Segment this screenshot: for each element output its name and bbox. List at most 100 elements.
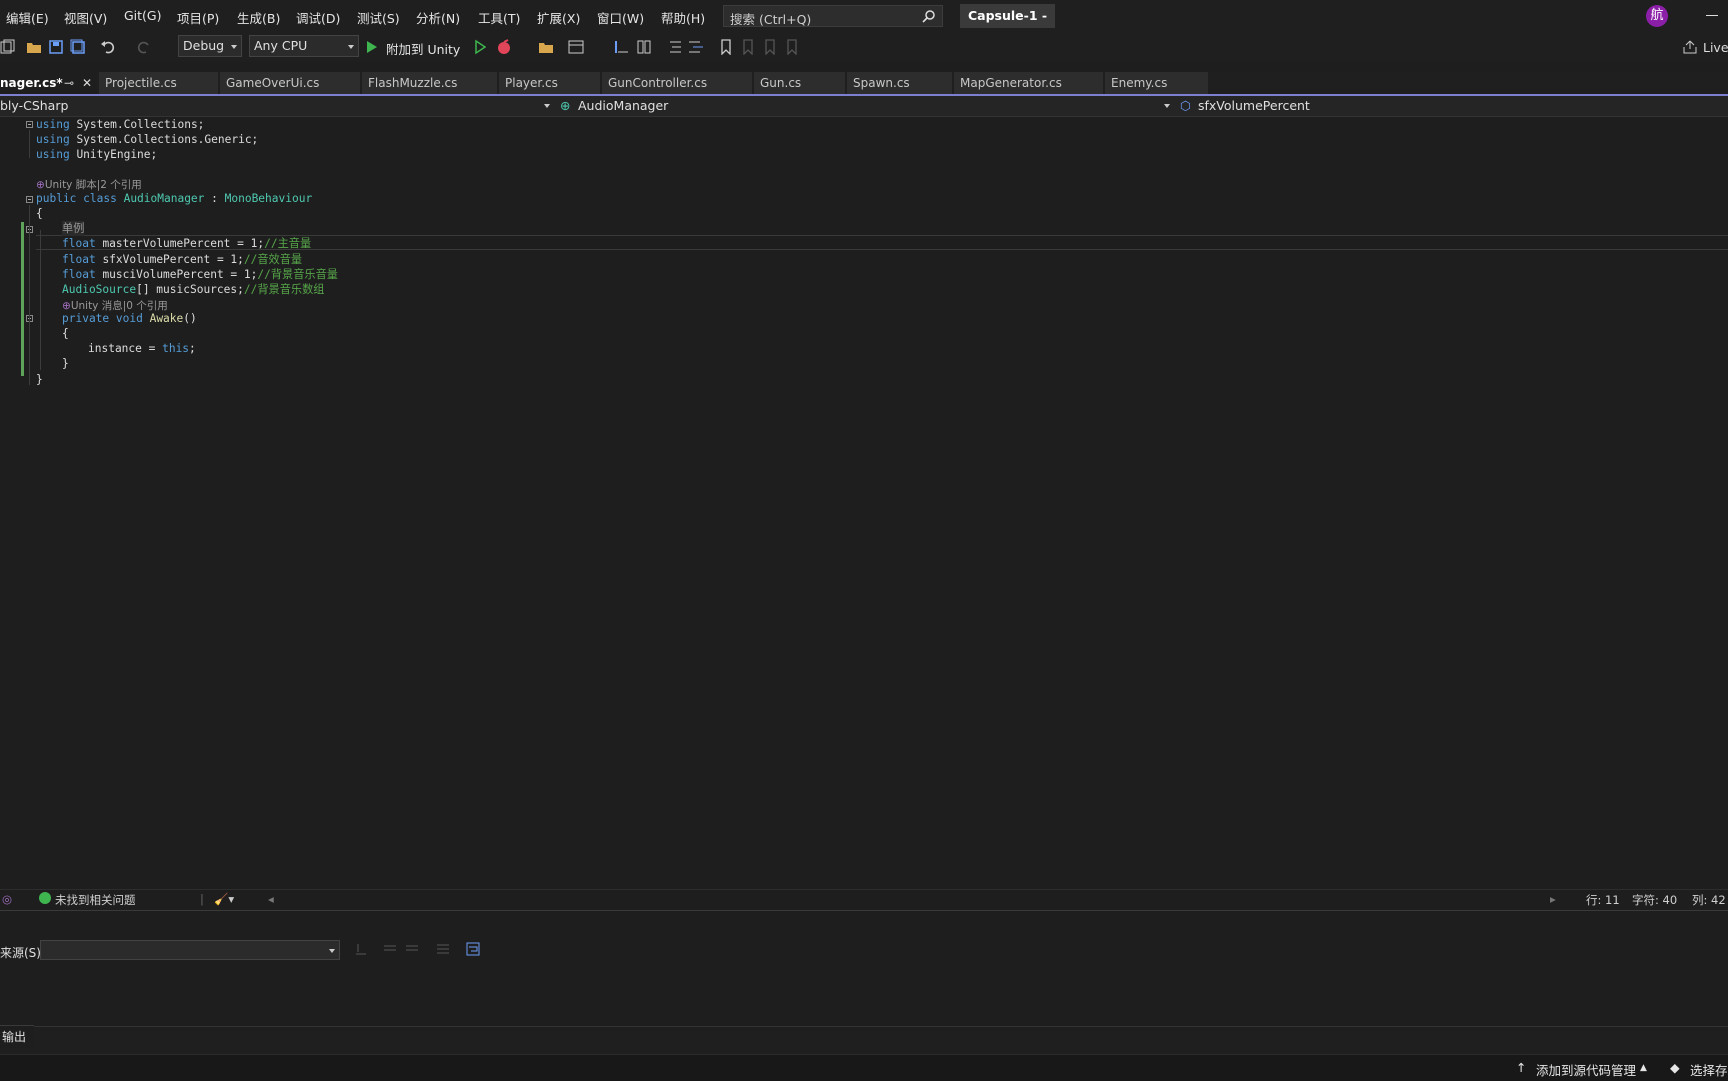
add-to-source-control-button[interactable]: 添加到源代码管理 bbox=[1536, 1060, 1636, 1079]
avatar[interactable]: 航 bbox=[1646, 5, 1668, 27]
project-dropdown[interactable]: bly-CSharp bbox=[0, 98, 68, 113]
menu-extensions[interactable]: 扩展(X) bbox=[537, 8, 580, 27]
tab-gun[interactable]: Gun.cs bbox=[754, 72, 846, 94]
menu-bar: 编辑(E) 视图(V) Git(G) 项目(P) 生成(B) 调试(D) 测试(… bbox=[0, 0, 1728, 32]
redo-icon[interactable] bbox=[136, 39, 152, 55]
scroll-right-icon[interactable]: ▸ bbox=[1550, 892, 1556, 906]
menu-test[interactable]: 测试(S) bbox=[357, 8, 400, 27]
fold-toggle-icon[interactable] bbox=[26, 121, 33, 128]
chevron-down-icon bbox=[231, 45, 237, 49]
search-placeholder: 搜索 (Ctrl+Q) bbox=[730, 12, 812, 27]
save-icon[interactable] bbox=[48, 39, 64, 55]
tab-flashmuzzle[interactable]: FlashMuzzle.cs bbox=[362, 72, 498, 94]
chevron-down-icon bbox=[329, 949, 335, 953]
prev-bookmark-icon[interactable] bbox=[740, 39, 756, 55]
menu-build[interactable]: 生成(B) bbox=[237, 8, 280, 27]
indent-guide bbox=[29, 205, 30, 385]
code-line: float sfxVolumePercent = 1;//音效音量 bbox=[62, 253, 303, 266]
undo-icon[interactable] bbox=[100, 39, 116, 55]
menu-help[interactable]: 帮助(H) bbox=[661, 8, 705, 27]
layout-icon[interactable] bbox=[568, 39, 584, 55]
divider: | bbox=[200, 892, 204, 906]
platform-select[interactable]: Any CPU bbox=[249, 35, 359, 57]
menu-window[interactable]: 窗口(W) bbox=[597, 8, 644, 27]
col-indicator[interactable]: 列: 42 bbox=[1692, 892, 1726, 908]
tab-audiomanager[interactable]: nager.cs* ⊸ ✕ bbox=[0, 72, 98, 94]
code-line: } bbox=[36, 373, 43, 386]
tab-mapgenerator[interactable]: MapGenerator.cs bbox=[954, 72, 1104, 94]
select-repository-button[interactable]: 选择存 bbox=[1690, 1060, 1728, 1079]
menu-git[interactable]: Git(G) bbox=[124, 8, 162, 23]
scroll-left-icon[interactable]: ◂ bbox=[268, 892, 274, 906]
search-input[interactable]: 搜索 (Ctrl+Q) bbox=[723, 5, 943, 27]
menu-debug[interactable]: 调试(D) bbox=[296, 8, 340, 27]
prev-message-icon[interactable] bbox=[383, 942, 397, 956]
bookmark-icon[interactable] bbox=[718, 39, 734, 55]
solution-name[interactable]: Capsule-1 - bbox=[960, 4, 1056, 28]
tab-guncontroller[interactable]: GunController.cs bbox=[602, 72, 753, 94]
new-item-icon[interactable] bbox=[0, 39, 16, 55]
chevron-down-icon[interactable] bbox=[544, 104, 550, 108]
next-message-icon[interactable] bbox=[405, 942, 419, 956]
configuration-value: Debug bbox=[183, 38, 225, 53]
fold-toggle-icon[interactable] bbox=[26, 196, 33, 203]
clear-all-icon[interactable] bbox=[436, 942, 450, 956]
code-line: AudioSource[] musicSources;//背景音乐数组 bbox=[62, 283, 325, 296]
intellicode-icon[interactable]: ◎ bbox=[2, 892, 12, 906]
pin-icon[interactable]: ⊸ bbox=[64, 72, 74, 94]
menu-edit[interactable]: 编辑(E) bbox=[6, 8, 49, 27]
word-wrap-icon[interactable] bbox=[466, 942, 480, 956]
code-line: float masterVolumePercent = 1;//主音量 bbox=[62, 237, 312, 250]
columns-icon[interactable] bbox=[636, 39, 652, 55]
menu-project[interactable]: 项目(P) bbox=[177, 8, 219, 27]
tab-output[interactable]: 输出 bbox=[0, 1025, 34, 1048]
code-line: instance = this; bbox=[88, 342, 196, 355]
tab-projectile[interactable]: Projectile.cs bbox=[99, 72, 219, 94]
codelens-references[interactable]: ⊕Unity 脚本|2 个引用 bbox=[36, 177, 142, 192]
next-bookmark-icon[interactable] bbox=[762, 39, 778, 55]
region-label[interactable]: 单例 bbox=[62, 221, 85, 236]
editor-status-bar: ◎ 未找到相关问题 | 🧹▾ ◂ ▸ 行: 11 字符: 40 列: 42 bbox=[0, 889, 1728, 908]
issues-status[interactable]: 未找到相关问题 bbox=[55, 892, 136, 908]
tab-spawn[interactable]: Spawn.cs bbox=[847, 72, 953, 94]
save-all-icon[interactable] bbox=[70, 39, 86, 55]
start-without-debug-icon[interactable] bbox=[474, 39, 486, 55]
type-dropdown[interactable]: AudioManager bbox=[578, 98, 668, 113]
clear-bookmarks-icon[interactable] bbox=[784, 39, 800, 55]
panel-tab-bar bbox=[0, 1026, 1728, 1055]
folder-icon[interactable] bbox=[538, 39, 554, 55]
menu-tools[interactable]: 工具(T) bbox=[478, 8, 520, 27]
live-share-button[interactable]: Live bbox=[1703, 40, 1728, 55]
indent-icon[interactable] bbox=[666, 39, 682, 55]
play-icon[interactable] bbox=[366, 39, 378, 55]
code-line: { bbox=[36, 207, 43, 220]
menu-view[interactable]: 视图(V) bbox=[64, 8, 107, 27]
open-folder-icon[interactable] bbox=[26, 39, 42, 55]
chevron-down-icon[interactable] bbox=[1164, 104, 1170, 108]
code-editor[interactable] bbox=[0, 117, 1728, 887]
hot-reload-icon[interactable] bbox=[496, 39, 512, 55]
attach-unity-button[interactable]: 附加到 Unity bbox=[386, 39, 460, 58]
step-icon[interactable] bbox=[614, 39, 630, 55]
menu-analyze[interactable]: 分析(N) bbox=[416, 8, 460, 27]
close-icon[interactable]: ✕ bbox=[82, 72, 92, 94]
char-indicator[interactable]: 字符: 40 bbox=[1632, 892, 1677, 908]
check-icon bbox=[39, 892, 51, 904]
output-panel bbox=[0, 910, 1728, 1027]
code-line: { bbox=[62, 327, 69, 340]
navigation-bar: bly-CSharp ⊕ AudioManager ⬡ sfxVolumePer… bbox=[0, 96, 1728, 117]
search-icon bbox=[922, 10, 935, 23]
line-indicator[interactable]: 行: 11 bbox=[1586, 892, 1620, 908]
tab-gameoverui[interactable]: GameOverUi.cs bbox=[220, 72, 361, 94]
minimize-icon[interactable] bbox=[1706, 15, 1718, 16]
tab-player[interactable]: Player.cs bbox=[499, 72, 601, 94]
source-select[interactable] bbox=[40, 940, 340, 960]
cleanup-icon[interactable]: 🧹▾ bbox=[214, 892, 234, 906]
outdent-icon[interactable] bbox=[688, 39, 704, 55]
find-message-icon[interactable] bbox=[354, 942, 368, 956]
document-tabs: nager.cs* ⊸ ✕ Projectile.cs GameOverUi.c… bbox=[0, 72, 1728, 96]
configuration-select[interactable]: Debug bbox=[178, 35, 242, 57]
member-dropdown[interactable]: sfxVolumePercent bbox=[1198, 98, 1310, 113]
live-share-icon[interactable] bbox=[1682, 39, 1698, 55]
tab-enemy[interactable]: Enemy.cs bbox=[1105, 72, 1209, 94]
